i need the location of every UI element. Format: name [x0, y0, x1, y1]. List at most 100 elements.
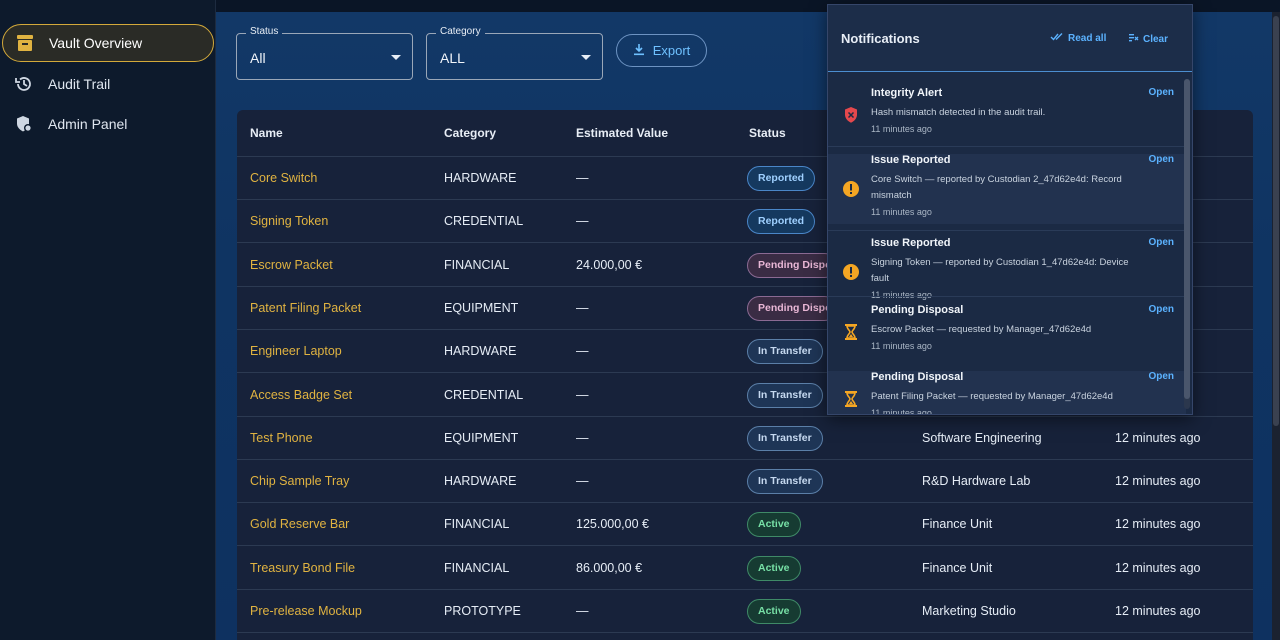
notification-time: 11 minutes ago: [871, 124, 932, 134]
status-badge: In Transfer: [747, 382, 823, 408]
status-badge: Reported: [747, 166, 816, 191]
asset-name-link[interactable]: Gold Reserve Bar: [250, 503, 349, 546]
asset-estimated-value: —: [576, 214, 589, 229]
sidebar-item-admin-panel[interactable]: Admin Panel: [2, 105, 214, 143]
asset-estimated-value: —: [576, 387, 589, 402]
table-row[interactable]: Test Phone EQUIPMENT — In Transfer Software …: [237, 417, 1253, 460]
notifications-scrollbar[interactable]: [1184, 79, 1190, 409]
asset-name-link[interactable]: Signing Token: [250, 200, 328, 243]
notification-open-link[interactable]: Open: [1148, 371, 1174, 382]
asset-location: Marketing Studio: [922, 604, 1016, 618]
export-button[interactable]: Export: [616, 34, 707, 67]
column-header-status[interactable]: Status: [749, 110, 786, 156]
asset-category: FINANCIAL: [444, 257, 510, 272]
status-badge: Pending Disposal: [747, 252, 837, 278]
archive-icon: [15, 33, 35, 53]
status-badge: In Transfer: [747, 339, 823, 365]
notification-divider: [828, 230, 1186, 231]
asset-name-link[interactable]: Core Switch: [250, 157, 317, 200]
asset-name-link[interactable]: Chip Sample Tray: [250, 460, 349, 503]
status-badge: Reported: [747, 209, 816, 235]
notification-message: Patent Filing Packet — requested by Mana…: [871, 391, 1113, 402]
notification-open-link[interactable]: Open: [1148, 87, 1174, 98]
asset-name-link[interactable]: Access Badge Set: [250, 374, 352, 417]
asset-updated-time: 12 minutes ago: [1115, 517, 1201, 532]
asset-updated-time: 12 minutes ago: [1115, 560, 1201, 575]
table-row[interactable]: Treasury Bond File FINANCIAL 86.000,00 € Ac…: [237, 547, 1253, 590]
asset-updated-time: 12 minutes ago: [1115, 474, 1201, 489]
clear-all-icon: [1128, 32, 1139, 46]
asset-name-link[interactable]: Escrow Packet: [250, 244, 333, 287]
read-all-label: Read all: [1068, 32, 1107, 44]
asset-category: CREDENTIAL: [444, 387, 524, 402]
column-header-name[interactable]: Name: [250, 110, 283, 156]
table-row[interactable]: Gold Reserve Bar FINANCIAL 125.000,00 € Act…: [237, 503, 1253, 547]
notification-item[interactable]: Pending Disposal Escrow Packet — requeste…: [828, 304, 1186, 358]
asset-category: EQUIPMENT: [444, 430, 519, 445]
asset-location: R&D Hardware Lab: [922, 474, 1031, 489]
category-filter-value: ALL: [440, 50, 465, 66]
column-header-estimated-value[interactable]: Estimated Value: [576, 110, 668, 156]
notification-item[interactable]: Issue Reported Core Switch — reported by …: [828, 154, 1186, 224]
asset-estimated-value: —: [576, 344, 589, 359]
notification-open-link[interactable]: Open: [1148, 154, 1174, 165]
asset-name-link[interactable]: Pre-release Mockup: [250, 590, 362, 633]
notification-message: Core Switch — reported by Custodian 2_47…: [871, 174, 1122, 201]
table-row[interactable]: Pre-release Mockup PROTOTYPE — Active Market…: [237, 590, 1253, 633]
asset-estimated-value: —: [576, 474, 589, 489]
scrollbar-thumb[interactable]: [1184, 79, 1190, 399]
asset-name-link[interactable]: Engineer Laptop: [250, 330, 342, 373]
notifications-header: Notifications Read all Clear: [828, 5, 1192, 72]
asset-location: Finance Unit: [922, 517, 993, 532]
notification-time: 11 minutes ago: [871, 207, 932, 217]
asset-name-link[interactable]: Test Phone: [250, 417, 313, 460]
sidebar-item-vault-overview[interactable]: Vault Overview: [2, 24, 214, 62]
asset-location: Finance Unit: [922, 560, 993, 575]
asset-estimated-value: —: [576, 604, 589, 618]
notification-divider: [828, 296, 1186, 297]
asset-name-link[interactable]: Patent Filing Packet: [250, 287, 361, 330]
sidebar-item-label: Audit Trail: [48, 76, 111, 92]
status-badge: Active: [747, 555, 801, 581]
notification-title: Integrity Alert: [871, 87, 943, 99]
sidebar: Vault Overview Audit Trail Admin Panel: [0, 0, 216, 640]
asset-updated-time: 12 minutes ago: [1115, 430, 1201, 445]
hourglass-icon: [842, 390, 860, 408]
asset-estimated-value: 86.000,00 €: [576, 560, 643, 575]
notification-title: Issue Reported: [871, 154, 951, 166]
asset-category: CREDENTIAL: [444, 214, 524, 229]
page-scrollbar[interactable]: [1272, 12, 1280, 640]
asset-category: HARDWARE: [444, 474, 517, 489]
download-icon: [633, 43, 645, 59]
notification-item[interactable]: Pending Disposal Patent Filing Packet — r…: [828, 371, 1186, 415]
asset-estimated-value: 125.000,00 €: [576, 517, 649, 532]
scrollbar-thumb[interactable]: [1273, 16, 1279, 426]
notification-open-link[interactable]: Open: [1148, 237, 1174, 248]
export-label: Export: [652, 43, 691, 58]
error-shield-icon: [842, 106, 860, 124]
status-badge: In Transfer: [747, 425, 823, 451]
category-filter-select[interactable]: Category ALL: [426, 26, 603, 80]
read-all-button[interactable]: Read all: [1050, 32, 1106, 44]
notification-title: Pending Disposal: [871, 371, 964, 383]
clear-button[interactable]: Clear: [1128, 32, 1168, 46]
notification-message: Signing Token — reported by Custodian 1_…: [871, 257, 1129, 284]
notification-time: 11 minutes ago: [871, 408, 932, 415]
asset-category: HARDWARE: [444, 344, 517, 359]
asset-estimated-value: —: [576, 171, 589, 185]
status-badge: Active: [747, 599, 801, 624]
asset-estimated-value: —: [576, 300, 589, 315]
status-filter-select[interactable]: Status All: [236, 26, 413, 80]
notification-open-link[interactable]: Open: [1148, 304, 1174, 315]
caret-down-icon: [391, 55, 401, 60]
table-row[interactable]: Chip Sample Tray HARDWARE — In Transfer R&D …: [237, 460, 1253, 504]
asset-estimated-value: 24.000,00 €: [576, 257, 643, 272]
column-header-category[interactable]: Category: [444, 110, 496, 156]
admin-shield-icon: [14, 114, 34, 134]
status-filter-label: Status: [246, 26, 283, 37]
notification-item[interactable]: Integrity Alert Hash mismatch detected in…: [828, 87, 1186, 141]
notification-time: 11 minutes ago: [871, 290, 932, 300]
asset-name-link[interactable]: Treasury Bond File: [250, 547, 355, 590]
status-filter-value: All: [250, 50, 266, 66]
sidebar-item-audit-trail[interactable]: Audit Trail: [2, 65, 214, 103]
